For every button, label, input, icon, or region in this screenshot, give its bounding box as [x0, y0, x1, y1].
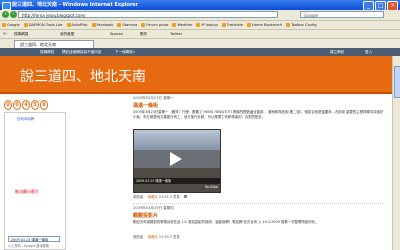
counter-digit: 5 [31, 100, 39, 110]
fav-item[interactable]: Google [2, 23, 20, 27]
window-title: 說三道四、地北天南 - Windows Internet Explorer [12, 2, 139, 8]
fav-item[interactable]: Stamina [117, 23, 137, 27]
back-button[interactable]: ‹ [2, 11, 9, 18]
post-time[interactable]: 21:30 [159, 235, 169, 239]
post-divider [133, 203, 383, 204]
counter-digit: 4 [22, 100, 30, 110]
author-link[interactable]: 說唱天 [148, 235, 158, 239]
blog-title[interactable]: 說三道四、地北天南 [20, 66, 146, 86]
bookmark-icon [221, 23, 226, 27]
post-date: 2009年03月23日 星期一 [133, 96, 174, 100]
fav-item[interactable]: Toolbar Config [286, 23, 317, 27]
bookmark-icon [23, 23, 28, 27]
widget-error-text: 無法顯示影片 [15, 189, 39, 194]
toolbar-item[interactable]: Twitter [170, 32, 182, 36]
video-select[interactable]: 2009 03 23 滿滿一條街 [8, 236, 60, 242]
blogger-navbar: 搜尋網誌 標記這個網誌為不當內容 下一個網誌» 建立網誌 登入 [0, 48, 400, 56]
ie-icon [2, 2, 11, 10]
scrollbar-thumb[interactable] [394, 66, 400, 98]
blog-header: 說三道四、地北天南 [0, 56, 392, 94]
toolbar-item[interactable]: 我的最愛 [60, 32, 74, 37]
bookmark-icon [91, 23, 96, 27]
widget-link[interactable]: 在地本地網 [17, 116, 34, 121]
tab-blog[interactable]: 說三道四、地北天南 [14, 40, 94, 48]
fav-item[interactable]: Home Bookmark [247, 23, 282, 27]
post-time[interactable]: 23:54 [159, 195, 169, 199]
video-player[interactable]: 2009.03.23 滿滿一條街 YouTube [133, 129, 221, 193]
bookmark-icon [247, 23, 252, 27]
fav-item[interactable]: AutoPilot [66, 23, 88, 27]
toolbar-item[interactable]: Spaces [110, 32, 123, 36]
navbar-link[interactable]: 搜尋網誌 [40, 50, 54, 55]
author-link[interactable]: 說唱天 [148, 195, 158, 199]
post-body: 2009年3月23日星期一（雞年）行程：跟著工 HENG HENGTOTI 跨越… [133, 110, 384, 119]
bookmark-icon [141, 23, 146, 27]
bookmark-icon [66, 23, 71, 27]
post-date: 2009年03月19日 星期四 [133, 206, 174, 210]
search-input[interactable]: Google [300, 11, 384, 18]
sidebar-widget: 在地本地網 無法顯示影片 2009 03 23 滿滿一條街 以上資料 - Goo… [4, 112, 66, 250]
email-post-icon[interactable] [183, 195, 187, 198]
navbar-link[interactable]: 標記這個網誌為不當內容 [62, 50, 102, 55]
bookmark-icon [117, 23, 122, 27]
fav-item[interactable]: IP lookup [196, 23, 218, 27]
toolbar-item[interactable]: Y! [3, 32, 7, 36]
navbar-link[interactable]: 建立網誌 [330, 50, 344, 55]
fav-item[interactable]: Facebook [91, 23, 113, 27]
navbar-link[interactable]: 下一個網誌» [115, 50, 135, 55]
fav-item[interactable]: Forum proto [141, 23, 168, 27]
post-footer: 張貼者： 說唱天 21:30 0 意見 [133, 234, 180, 239]
video-caption: 2009.03.23 滿滿一條街 [134, 178, 220, 184]
bookmark-icon [286, 23, 291, 27]
comments-link[interactable]: 0 意見 [170, 195, 180, 199]
fav-item[interactable]: DAEMON Tools Lite [23, 23, 63, 27]
post-title[interactable]: 滿滿一條街 [133, 102, 158, 109]
bookmark-icon [172, 23, 177, 27]
fav-item[interactable]: Weather [172, 23, 192, 27]
counter-digit: 0 [13, 100, 21, 110]
favorites-bar: Google DAEMON Tools Lite AutoPilot Faceb… [0, 20, 400, 29]
url-input[interactable]: http://ferna jeasy.blogspot.com/ [18, 11, 278, 18]
play-icon[interactable] [170, 152, 182, 166]
page-content: 說三道四、地北天南 0 0 4 5 9 在地本地網 無法顯示影片 2009 03… [0, 56, 392, 250]
counter-digit: 0 [4, 100, 12, 110]
widget-footer[interactable]: 以上資料 - Google 搜尋服務 [8, 243, 49, 248]
sidebar: 0 0 4 5 9 在地本地網 無法顯示影片 2009 03 23 滿滿一條街 … [0, 94, 125, 250]
address-bar: ‹ › http://ferna jeasy.blogspot.com/ Goo… [0, 10, 400, 20]
comments-link[interactable]: 0 意見 [170, 235, 180, 239]
counter-digit: 9 [40, 100, 48, 110]
forward-button[interactable]: › [10, 11, 17, 18]
author-label: 張貼者： [133, 235, 147, 239]
youtube-logo: YouTube [205, 185, 218, 189]
bookmark-icon [196, 23, 201, 27]
toolbar-item[interactable]: 搜尋網頁 [14, 32, 28, 37]
post-footer: 張貼者： 說唱天 23:54 0 意見 [133, 194, 187, 199]
main-column: 2009年03月23日 星期一 滿滿一條街 2009年3月23日星期一（雞年）行… [133, 94, 391, 250]
bookmark-icon [2, 23, 6, 27]
post-body: 剛記去年講觀到的等電台放在此 1/1 張站投影的使用，還能用網！電話網 在光台灣… [133, 220, 319, 224]
author-label: 張貼者： [133, 195, 147, 199]
post-title[interactable]: 觀觀投影片 [133, 212, 158, 219]
browser-window: 說三道四、地北天南 - Windows Internet Explorer _ … [0, 0, 400, 250]
visitor-counter: 0 0 4 5 9 [4, 100, 48, 110]
toolbar-item[interactable]: 郵件 [140, 32, 147, 37]
video-frame-sky [134, 130, 220, 150]
navbar-link[interactable]: 登入 [365, 50, 372, 55]
fav-item[interactable]: Translate [221, 23, 243, 27]
vertical-scrollbar[interactable] [392, 56, 400, 250]
title-bar: 說三道四、地北天南 - Windows Internet Explorer _ … [0, 0, 400, 11]
